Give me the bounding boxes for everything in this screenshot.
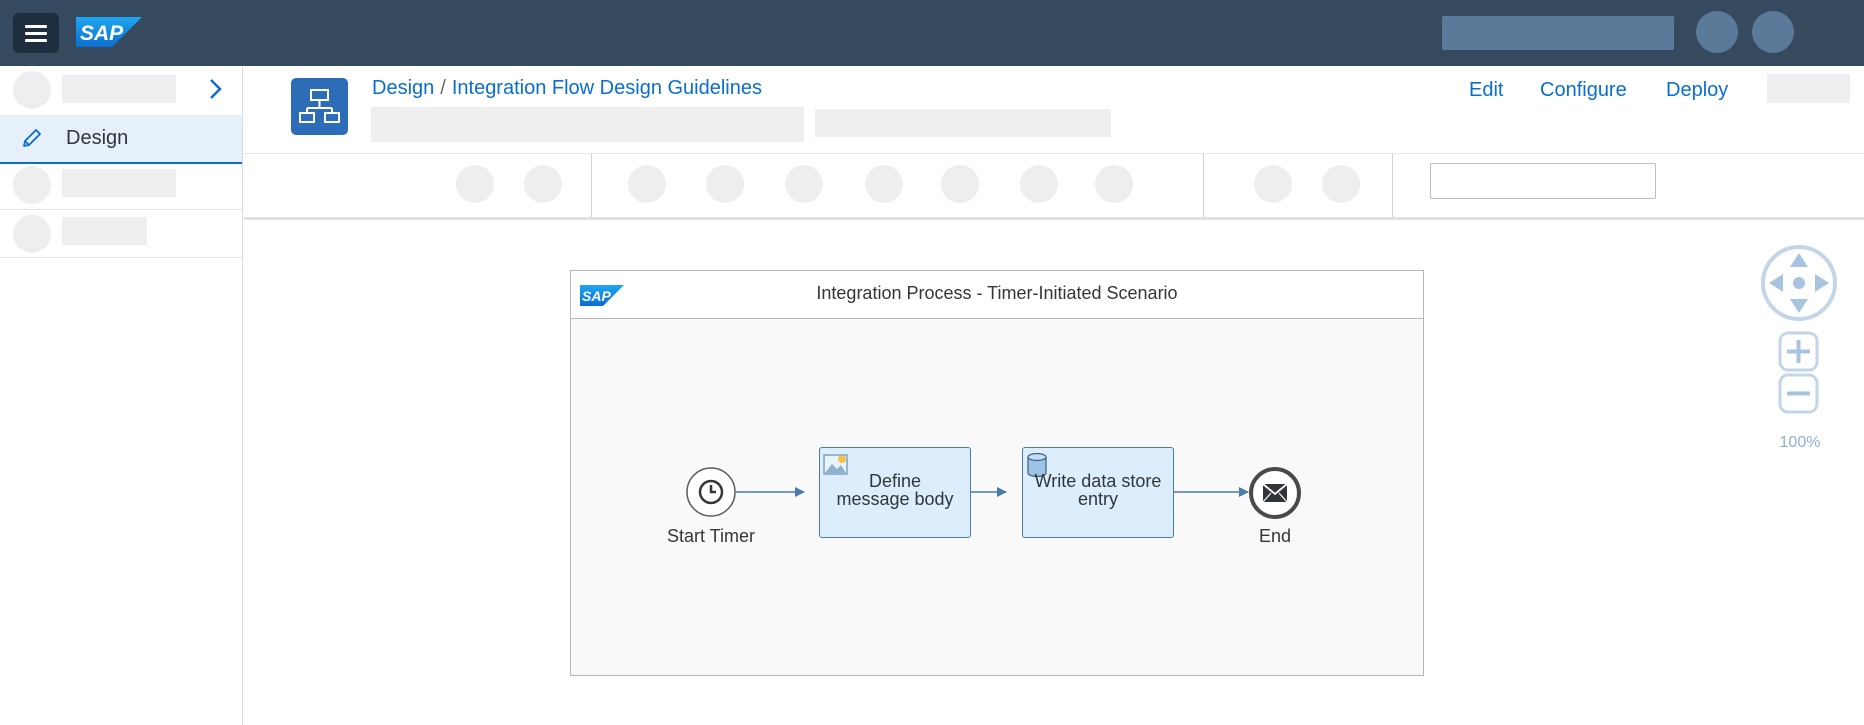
divider [0,257,242,258]
edit-button[interactable]: Edit [1469,79,1503,102]
end-message-event-icon[interactable] [1248,466,1302,520]
sidebar-item-label: Design [66,127,129,149]
nav-placeholder-icon [13,215,51,253]
nav-placeholder-label [62,169,176,197]
palette-toolbar [244,153,1864,220]
toolbar-divider [591,154,592,217]
step-label-line: Define [868,471,922,491]
toolbar-tool-icon[interactable] [865,165,903,203]
svg-text:SAP: SAP [80,22,124,45]
side-navigation: Design [0,66,243,725]
sap-logo[interactable]: SAP [76,17,142,47]
toolbar-divider [1203,154,1204,217]
data-store-write-step[interactable]: Write data store entry [1022,447,1174,538]
breadcrumb-link-current[interactable]: Integration Flow Design Guidelines [452,77,762,99]
step-label-line: message body [836,489,954,509]
shell-search-placeholder[interactable] [1442,16,1674,50]
toolbar-tool-icon[interactable] [1322,165,1360,203]
sidebar-item-design[interactable]: Design [0,115,242,164]
notifications-placeholder-icon[interactable] [1696,11,1738,53]
toolbar-tool-icon[interactable] [456,165,494,203]
deploy-button[interactable]: Deploy [1666,79,1728,102]
nav-placeholder-label [62,75,176,103]
configure-button[interactable]: Configure [1540,79,1627,102]
expand-chevron-icon[interactable] [208,78,224,100]
toolbar-tool-icon[interactable] [524,165,562,203]
header-placeholder-bar [371,107,804,142]
end-label: End [1258,526,1292,546]
header-placeholder-bar [815,109,1111,137]
more-actions-placeholder[interactable] [1767,74,1850,103]
menu-line-icon [25,32,47,35]
toolbar-tool-icon[interactable] [1254,165,1292,203]
start-timer-event-icon[interactable] [686,467,736,517]
menu-line-icon [25,25,47,28]
zoom-level-readout: 100% [1779,434,1821,451]
integration-process-pool[interactable]: SAP Integration Process - Timer-Initiate… [570,270,1424,676]
zoom-in-button[interactable] [1778,331,1819,372]
step-label-line: entry [1077,489,1119,509]
shell-bar: SAP [0,0,1864,66]
pencil-icon [23,129,41,147]
start-timer-label: Start Timer [666,526,755,546]
toolbar-tool-icon[interactable] [1095,165,1133,203]
toolbar-divider [1392,154,1393,217]
nav-placeholder-icon [13,71,51,109]
toolbar-tool-icon[interactable] [785,165,823,203]
user-avatar[interactable] [1752,11,1794,53]
nav-placeholder-icon [13,166,51,204]
toolbar-tool-icon[interactable] [1020,165,1058,203]
hamburger-menu-button[interactable] [13,13,59,53]
breadcrumb-link-design[interactable]: Design [372,77,434,99]
pan-navigator-icon[interactable] [1759,243,1839,323]
zoom-out-button[interactable] [1778,373,1819,414]
breadcrumb: Design / Integration Flow Design Guideline… [372,77,762,100]
breadcrumb-separator: / [440,77,446,99]
step-label-line: Write data store [1034,471,1162,491]
toolbar-tool-icon[interactable] [706,165,744,203]
toolbar-search-input[interactable] [1430,163,1656,199]
toolbar-tool-icon[interactable] [628,165,666,203]
menu-line-icon [25,39,47,42]
divider [0,209,242,210]
nav-placeholder-label [62,217,147,245]
integration-flow-icon [291,78,348,135]
content-modifier-step[interactable]: Define message body [819,447,971,538]
toolbar-tool-icon[interactable] [941,165,979,203]
